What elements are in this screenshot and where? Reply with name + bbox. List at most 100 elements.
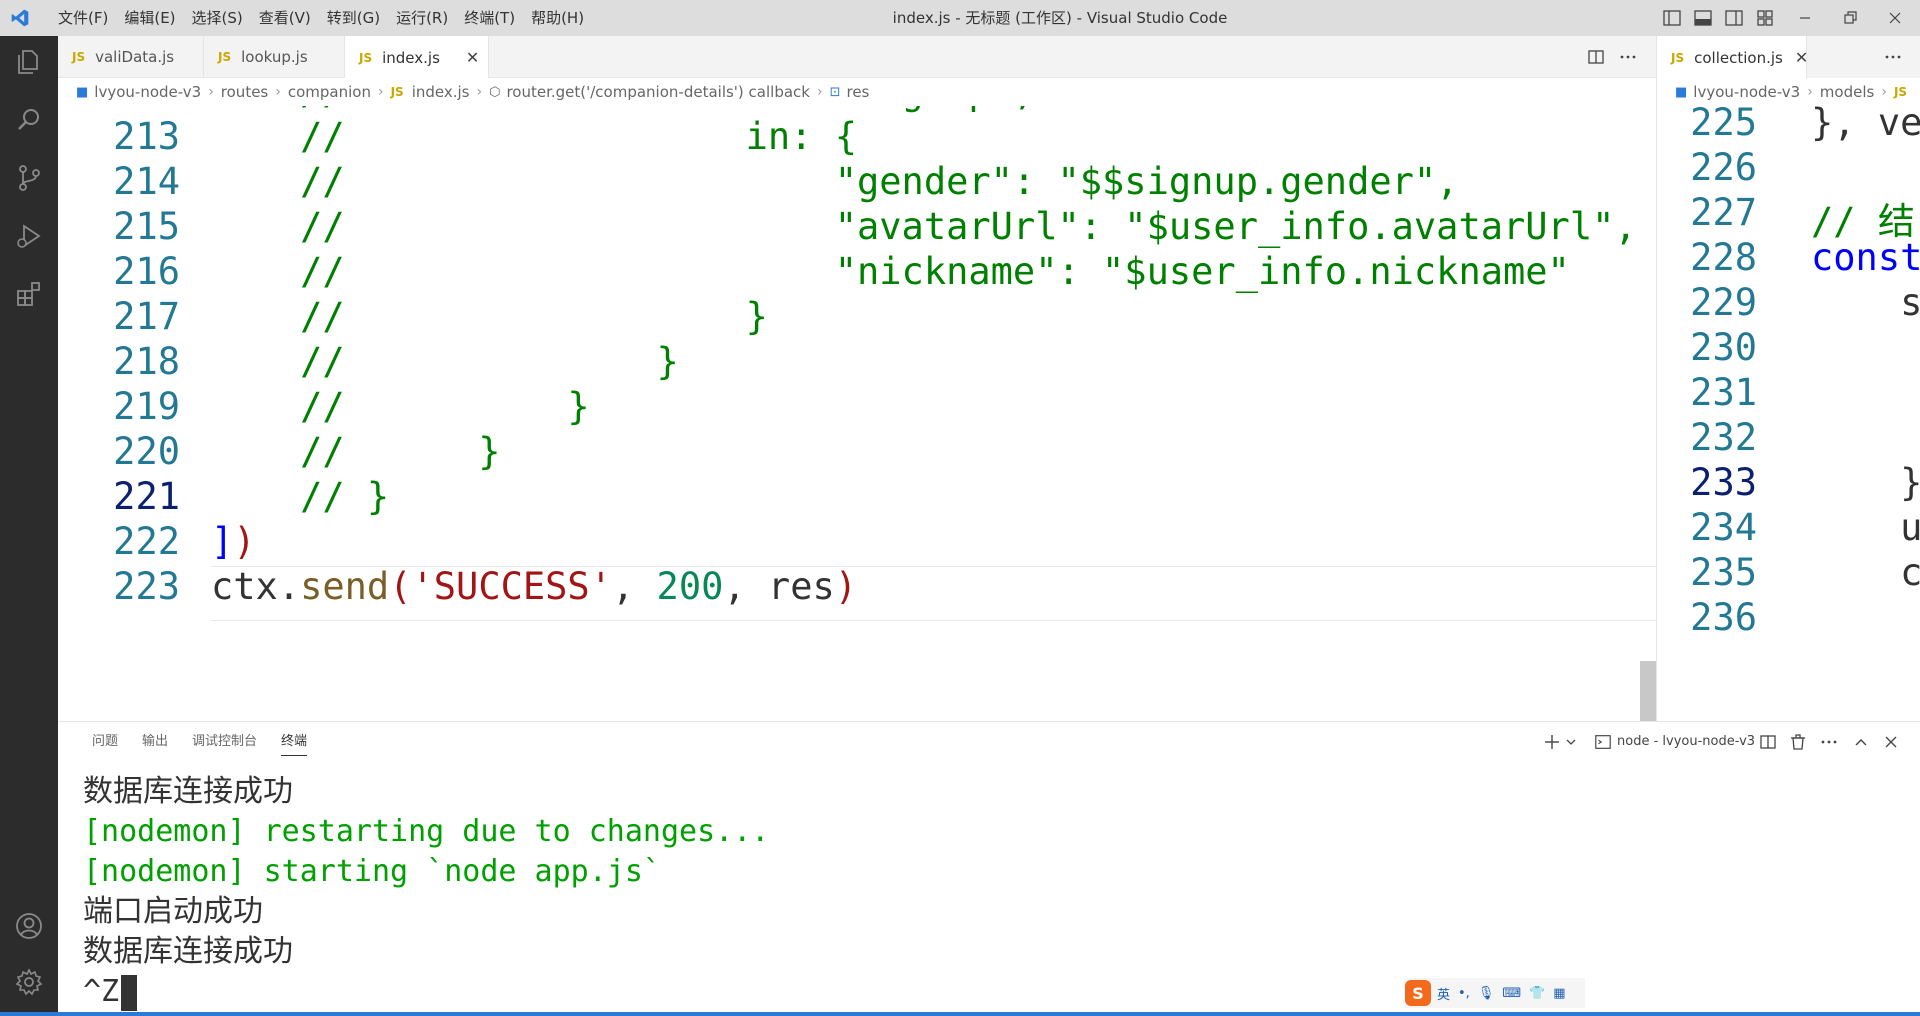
- terminal-selector[interactable]: node - lvyou-node-v3: [1594, 722, 1755, 762]
- toggle-secondary-sidebar-icon[interactable]: [1724, 8, 1744, 28]
- source-control-icon[interactable]: [13, 162, 45, 194]
- tab-index-js[interactable]: JS index.js ✕: [345, 36, 489, 79]
- menu-item[interactable]: 帮助(H): [523, 0, 592, 36]
- tab-terminal[interactable]: 终端: [269, 722, 319, 762]
- status-bar-edge: [0, 1012, 1920, 1016]
- terminal-line: ^Z: [83, 972, 1883, 1012]
- tab-lookup-js[interactable]: JS lookup.js: [204, 36, 345, 78]
- js-file-icon: JS: [218, 50, 232, 64]
- toggle-panel-icon[interactable]: [1693, 8, 1713, 28]
- split-editor-icon[interactable]: [1586, 47, 1606, 67]
- breadcrumb-item-models[interactable]: models: [1820, 83, 1875, 101]
- more-actions-icon[interactable]: [1618, 47, 1638, 67]
- menu-item[interactable]: 文件(F): [50, 0, 116, 36]
- trash-icon[interactable]: [1788, 732, 1808, 752]
- tab-debug-console[interactable]: 调试控制台: [180, 722, 269, 762]
- menu-item[interactable]: 转到(G): [319, 0, 388, 36]
- line-number: 222: [113, 520, 180, 563]
- js-file-icon: JS: [359, 50, 373, 65]
- menu-item[interactable]: 运行(R): [388, 0, 456, 36]
- tab-collection-js[interactable]: JS collection.js ✕: [1657, 36, 1808, 79]
- breadcrumb-item-workspace[interactable]: ■ lvyou-node-v3: [76, 83, 201, 101]
- breadcrumb-item-workspace[interactable]: ■ lvyou-node-v3: [1675, 83, 1800, 101]
- code-editor-right[interactable]: 225}, ve 226 227// 结 228 const 229 s 230 231 232…: [1657, 106, 1920, 721]
- menu-item[interactable]: 编辑(E): [116, 0, 183, 36]
- close-panel-icon[interactable]: [1881, 732, 1901, 752]
- js-file-icon: JS: [1893, 85, 1908, 99]
- close-tab-icon[interactable]: ✕: [1795, 48, 1808, 67]
- manage-gear-icon[interactable]: [13, 966, 45, 998]
- line-number: 236: [1690, 596, 1757, 639]
- grid-menu-icon[interactable]: ▦: [1553, 986, 1565, 1001]
- panel-tabs: 问题 输出 调试控制台 终端: [80, 722, 319, 762]
- terminal-text: 数据库连接成功: [83, 774, 293, 809]
- tab-label: lookup.js: [241, 48, 308, 66]
- breadcrumb-item-file[interactable]: JS index.js: [391, 83, 470, 101]
- tab-output[interactable]: 输出: [130, 722, 180, 762]
- line-number: 232: [1690, 416, 1757, 459]
- tab-label: valiData.js: [95, 48, 175, 66]
- editor-group-right: JS collection.js ✕ ■ lvyou-node-v3 › mode…: [1656, 36, 1920, 721]
- code-editor[interactable]: 212 // as: "signup", 213 // in: {214 // "…: [58, 106, 1656, 721]
- split-terminal-icon[interactable]: [1758, 732, 1778, 752]
- code-text: const: [1811, 236, 1920, 279]
- chevron-right-icon: ›: [377, 84, 384, 100]
- line-number: 217: [113, 295, 180, 338]
- code-text: u: [1811, 506, 1920, 549]
- maximize-panel-chevron-up-icon[interactable]: [1851, 732, 1871, 752]
- extensions-icon[interactable]: [13, 278, 45, 310]
- ime-toolbar[interactable]: S 英 •, 🎙 ⌨ 👕 ▦: [1405, 978, 1585, 1008]
- terminal-output[interactable]: 数据库连接成功 [nodemon] restarting due to chang…: [83, 772, 1883, 1016]
- line-number: 221: [113, 475, 180, 518]
- close-window-icon[interactable]: [1885, 8, 1905, 28]
- chevron-right-icon: ›: [275, 84, 281, 100]
- window-title: index.js - 无标题 (工作区) - Visual Studio Cod…: [892, 9, 1228, 27]
- restore-icon[interactable]: [1840, 8, 1860, 28]
- shirt-skin-icon[interactable]: 👕: [1529, 986, 1545, 1001]
- menu-item[interactable]: 查看(V): [251, 0, 319, 36]
- line-number: 216: [113, 250, 180, 293]
- vertical-scrollbar[interactable]: [1640, 661, 1656, 721]
- code-text: // in: {: [211, 115, 858, 158]
- line-number: 226: [1690, 146, 1757, 189]
- microphone-icon[interactable]: 🎙: [1478, 986, 1495, 1001]
- line-number: 234: [1690, 506, 1757, 549]
- more-actions-icon[interactable]: [1883, 47, 1903, 67]
- more-actions-icon[interactable]: [1819, 732, 1839, 752]
- search-icon[interactable]: [13, 104, 45, 136]
- code-text: // "gender": "$$signup.gender",: [211, 160, 1459, 203]
- customize-layout-icon[interactable]: [1755, 8, 1775, 28]
- explorer-icon[interactable]: [13, 46, 45, 78]
- minimize-icon[interactable]: [1795, 8, 1815, 28]
- ime-mode-label[interactable]: 英: [1437, 984, 1450, 1003]
- close-tab-icon[interactable]: ✕: [466, 48, 479, 67]
- account-icon[interactable]: [13, 910, 45, 942]
- new-terminal-plus-icon[interactable]: [1542, 732, 1562, 752]
- breadcrumb-item-companion[interactable]: companion: [288, 83, 371, 101]
- chevron-right-icon: ›: [208, 84, 214, 100]
- code-text: s: [1811, 281, 1920, 324]
- js-file-icon: JS: [1671, 50, 1685, 65]
- breadcrumb-item-variable[interactable]: ⊡ res: [830, 83, 870, 101]
- toggle-primary-sidebar-icon[interactable]: [1662, 8, 1682, 28]
- sogou-logo-icon: S: [1405, 980, 1431, 1006]
- terminal-line: 端口启动成功: [83, 892, 1883, 932]
- keyboard-icon[interactable]: ⌨: [1502, 986, 1521, 1001]
- line-number: 219: [113, 385, 180, 428]
- line-number: 228: [1690, 236, 1757, 279]
- line-number: 218: [113, 340, 180, 383]
- tab-problems[interactable]: 问题: [80, 722, 130, 762]
- breadcrumb-item-routes[interactable]: routes: [221, 83, 268, 101]
- menu-item[interactable]: 终端(T): [456, 0, 523, 36]
- run-debug-icon[interactable]: [13, 220, 45, 252]
- menu-bar: 文件(F) 编辑(E) 选择(S) 查看(V) 转到(G) 运行(R) 终端(T) 帮助(H): [50, 0, 592, 36]
- chevron-down-icon[interactable]: [1565, 732, 1577, 752]
- code-text: }: [1811, 461, 1920, 504]
- breadcrumb-item-callback[interactable]: ⬡ router.get('/companion-details') callba…: [489, 83, 810, 101]
- breadcrumb-right: ■ lvyou-node-v3 › models › JS: [1657, 78, 1920, 106]
- line-number: 214: [113, 160, 180, 203]
- menu-item[interactable]: 选择(S): [184, 0, 251, 36]
- terminal-line: [nodemon] starting `node app.js`: [83, 852, 1883, 892]
- ime-punctuation[interactable]: •,: [1458, 986, 1470, 1001]
- tab-validata-js[interactable]: JS valiData.js: [58, 36, 204, 78]
